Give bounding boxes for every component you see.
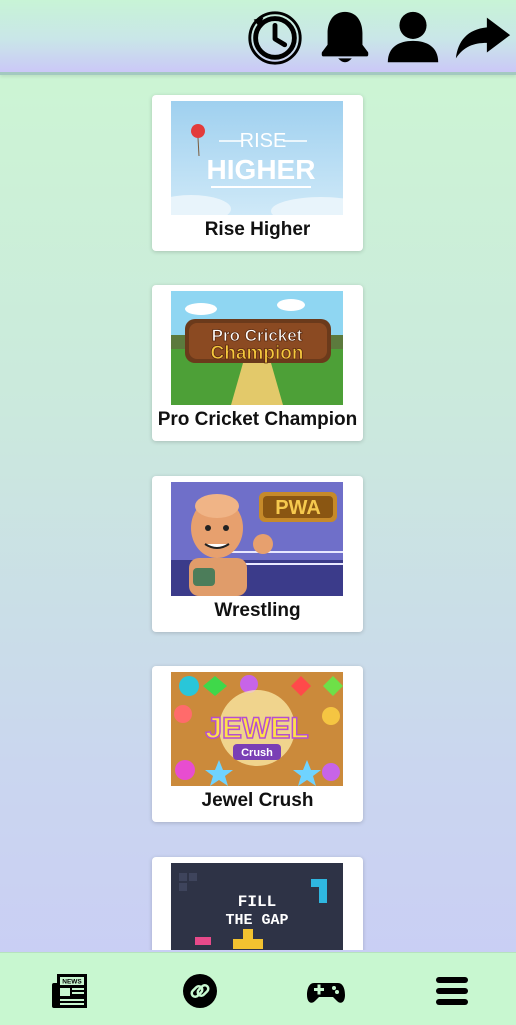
- game-title: Jewel Crush: [201, 790, 314, 811]
- svg-text:JEWEL: JEWEL: [205, 712, 308, 745]
- game-thumbnail: FILL THE GAP: [171, 863, 343, 950]
- share-icon[interactable]: [452, 6, 514, 68]
- svg-text:Crush: Crush: [241, 747, 273, 759]
- history-icon[interactable]: [244, 6, 306, 68]
- svg-text:THE GAP: THE GAP: [225, 912, 288, 929]
- user-profile-icon[interactable]: [382, 6, 444, 68]
- game-title: Rise Higher: [204, 219, 311, 240]
- svg-text:NEWS: NEWS: [62, 979, 82, 986]
- game-title: Pro Cricket Champion: [157, 409, 358, 430]
- game-thumbnail: JEWEL Crush: [171, 672, 343, 786]
- svg-text:RISE: RISE: [240, 130, 287, 152]
- svg-text:FILL: FILL: [238, 893, 276, 911]
- menu-icon[interactable]: [432, 971, 472, 1011]
- notification-bell-icon[interactable]: [314, 6, 376, 68]
- game-card-wrestling[interactable]: PWA Wrestling: [152, 476, 363, 632]
- top-bar: [0, 0, 516, 75]
- news-icon[interactable]: NEWS: [50, 971, 90, 1011]
- game-list[interactable]: RISE HIGHER Rise Higher Pro Cricket Cham…: [0, 76, 516, 950]
- game-thumbnail: RISE HIGHER: [171, 101, 343, 215]
- svg-text:Champion: Champion: [211, 343, 304, 364]
- gamepad-icon[interactable]: [306, 971, 346, 1011]
- svg-text:PWA: PWA: [275, 497, 321, 519]
- game-thumbnail: Pro Cricket Champion: [171, 291, 343, 405]
- game-title: Wrestling: [214, 600, 301, 621]
- game-card-fill-the-gap[interactable]: FILL THE GAP: [152, 857, 363, 950]
- link-icon[interactable]: [180, 971, 220, 1011]
- svg-text:HIGHER: HIGHER: [207, 154, 316, 185]
- game-card-rise-higher[interactable]: RISE HIGHER Rise Higher: [152, 95, 363, 251]
- game-thumbnail: PWA: [171, 482, 343, 596]
- game-card-pro-cricket-champion[interactable]: Pro Cricket Champion Pro Cricket Champio…: [152, 285, 363, 441]
- game-card-jewel-crush[interactable]: JEWEL Crush Jewel Crush: [152, 666, 363, 822]
- bottom-navigation: NEWS: [0, 952, 516, 1025]
